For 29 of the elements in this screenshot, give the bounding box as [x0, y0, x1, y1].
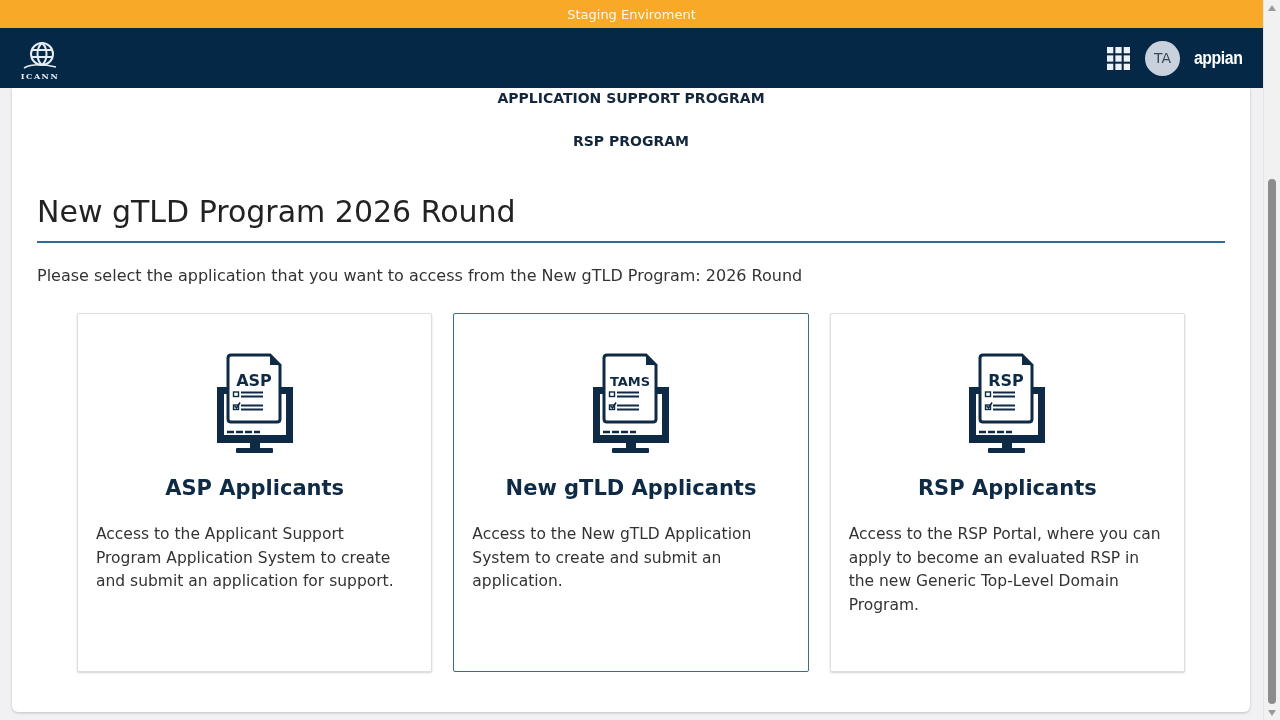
- application-card[interactable]: RSP RSP Applicants Access to the RSP Portal, where you can apply to become an evaluated RSP in the new Generic Top-Level Domain Program.: [829, 313, 1185, 672]
- card-title: RSP Applicants: [917, 475, 1097, 502]
- banner-text: Staging Enviroment: [567, 6, 696, 22]
- brand-logo-text: appian: [1194, 47, 1243, 69]
- logo-text: ICANN: [20, 72, 60, 81]
- card-description: Access to the Applicant Support Program Application System to create and submit an application for support.: [96, 524, 395, 592]
- app-grid-icon: [1107, 46, 1130, 70]
- monitor-document-icon: [216, 353, 293, 453]
- user-avatar-button[interactable]: TA: [1145, 40, 1180, 76]
- program-link[interactable]: RSP PROGRAM: [573, 131, 689, 151]
- page-title: New gTLD Program 2026 Round: [37, 193, 1225, 243]
- scrollbar-thumb[interactable]: [1268, 179, 1276, 704]
- scroll-down-icon[interactable]: [1268, 710, 1276, 716]
- monitor-document-icon: [969, 353, 1046, 453]
- intro-text: Please select the application that you want to access from the New gTLD Program: 2026 Round: [37, 265, 804, 287]
- program-link[interactable]: APPLICATION SUPPORT PROGRAM: [497, 88, 765, 108]
- card-description: Access to the RSP Portal, where you can apply to become an evaluated RSP in the new Generic Top-Level Domain Program.: [848, 524, 1162, 616]
- icon-label: RSP: [988, 371, 1025, 390]
- card-description: Access to the New gTLD Application System to create and submit an application.: [472, 524, 753, 592]
- card-title: ASP Applicants: [165, 475, 345, 502]
- icon-label: TAMS: [609, 374, 651, 389]
- app-grid-button[interactable]: [1107, 46, 1130, 70]
- application-card[interactable]: ASP ASP Applicants Access to the Applicant Support Program Application System to create and submit an application for support.: [77, 313, 433, 672]
- scroll-up-icon[interactable]: [1268, 5, 1276, 11]
- application-card[interactable]: TAMS New gTLD Applicants Access to the New gTLD Application System to create and submit an application.: [453, 313, 809, 672]
- globe-logo-icon: [23, 41, 57, 71]
- card-title: New gTLD Applicants: [505, 475, 757, 502]
- icon-label: ASP: [235, 371, 272, 390]
- monitor-document-icon: [593, 353, 669, 453]
